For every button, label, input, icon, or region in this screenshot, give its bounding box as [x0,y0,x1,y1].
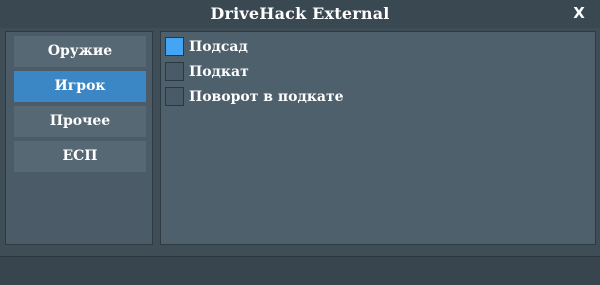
options-panel: Подсад Подкат Поворот в подкате [160,31,596,245]
checkbox-boost[interactable] [165,37,184,56]
sidebar: Оружие Игрок Прочее ЕСП [5,31,153,245]
checkbox-slide[interactable] [165,62,184,81]
option-label: Поворот в подкате [189,88,344,105]
status-bar [0,256,600,285]
checkbox-slide-turn[interactable] [165,87,184,106]
sidebar-item-weapons[interactable]: Оружие [14,36,146,67]
option-row-slide[interactable]: Подкат [165,61,249,82]
option-label: Подкат [189,63,249,80]
option-label: Подсад [189,38,248,55]
sidebar-item-esp[interactable]: ЕСП [14,141,146,172]
title-bar[interactable]: DriveHack External X [0,0,600,28]
close-button[interactable]: X [570,3,588,23]
app-window: DriveHack External X Оружие Игрок Прочее… [0,0,600,285]
sidebar-item-player[interactable]: Игрок [14,71,146,102]
sidebar-item-misc[interactable]: Прочее [14,106,146,137]
option-row-slide-turn[interactable]: Поворот в подкате [165,86,344,107]
window-title: DriveHack External [210,4,390,23]
option-row-boost[interactable]: Подсад [165,36,248,57]
